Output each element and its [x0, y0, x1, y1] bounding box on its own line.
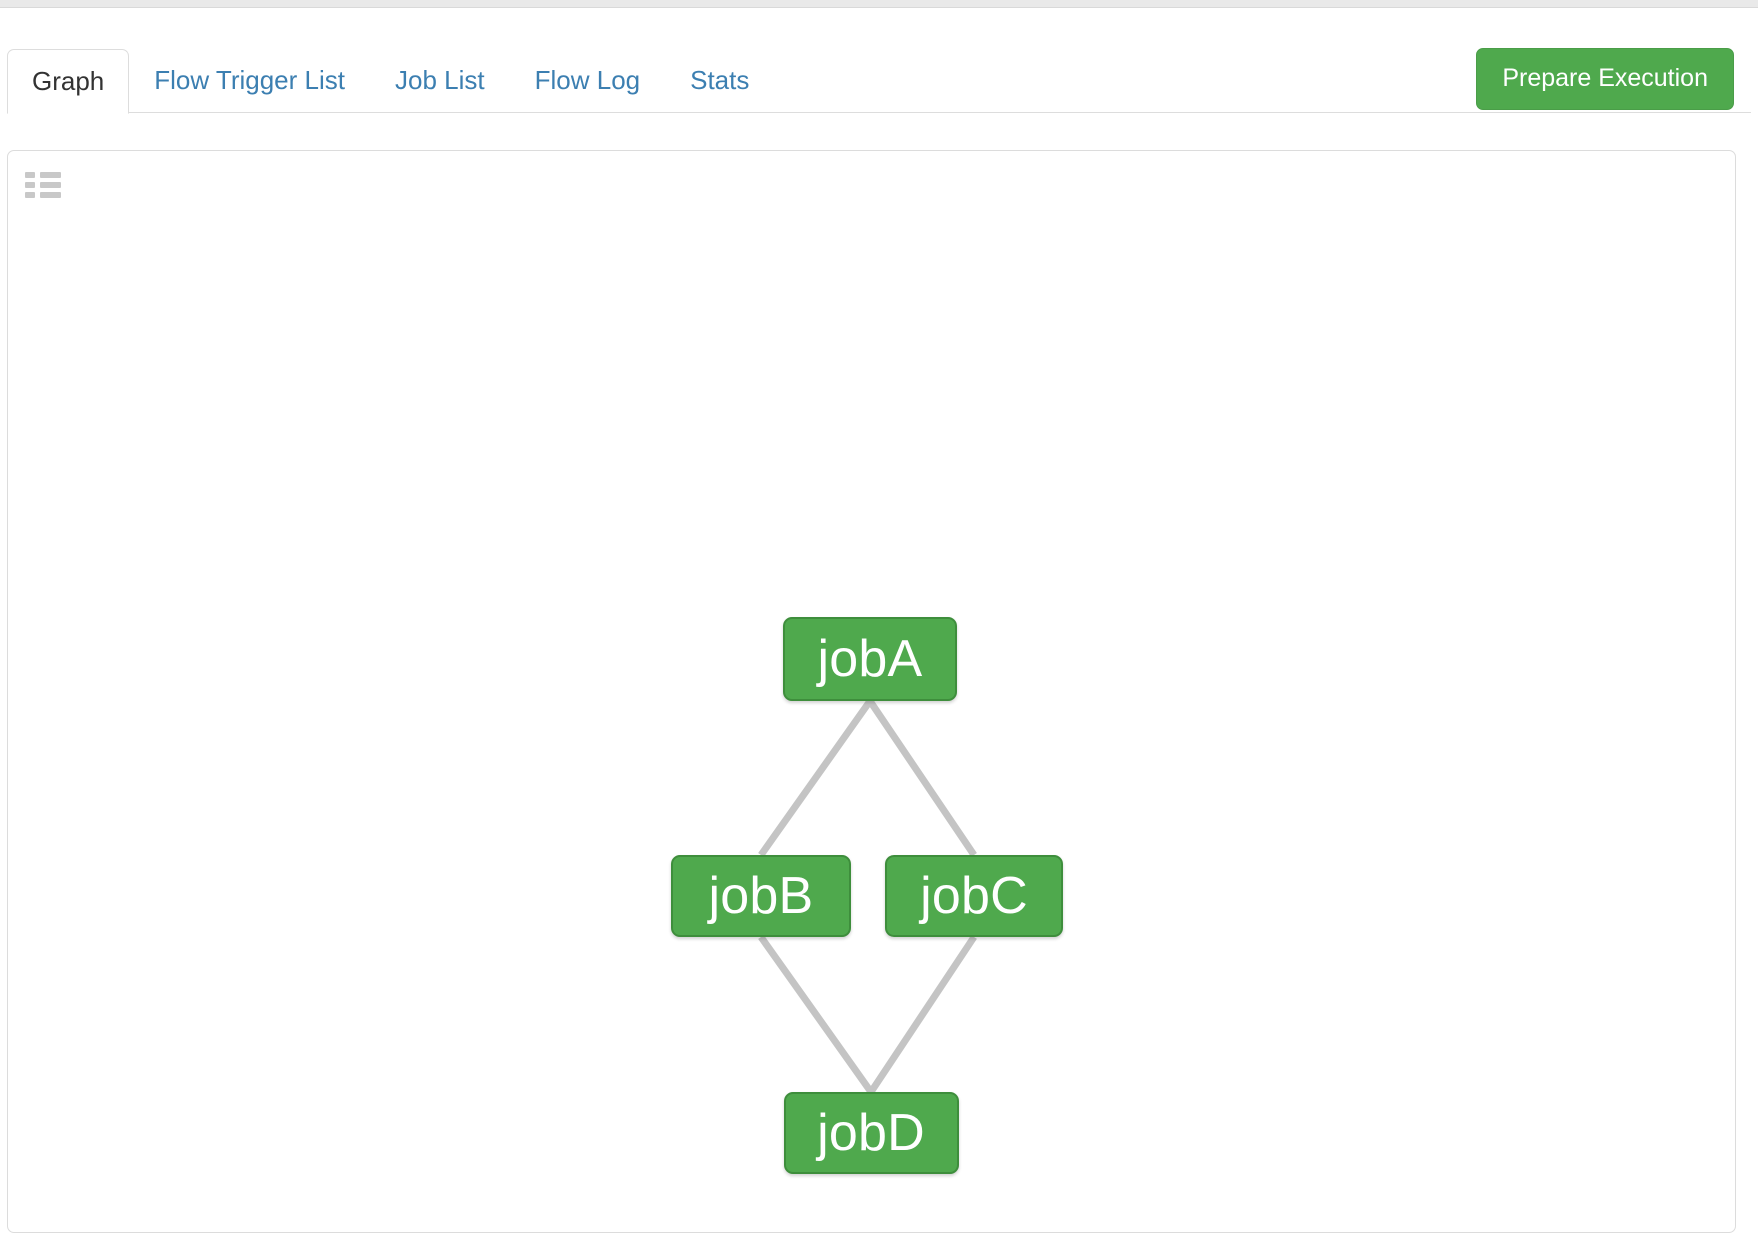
- tab-flow-log[interactable]: Flow Log: [510, 48, 666, 113]
- tab-list: Graph Flow Trigger List Job List Flow Lo…: [7, 27, 774, 114]
- tab-job-list[interactable]: Job List: [370, 48, 510, 113]
- graph-panel: jobA jobB jobC jobD: [7, 150, 1736, 1233]
- tab-flow-trigger-list[interactable]: Flow Trigger List: [129, 48, 370, 113]
- top-strip: [0, 0, 1758, 8]
- tab-bar: Graph Flow Trigger List Job List Flow Lo…: [0, 27, 1758, 114]
- prepare-execution-button[interactable]: Prepare Execution: [1476, 48, 1734, 110]
- dag-node-jobA[interactable]: jobA: [783, 617, 957, 701]
- page-root: Graph Flow Trigger List Job List Flow Lo…: [0, 0, 1758, 1240]
- tab-graph[interactable]: Graph: [7, 49, 130, 114]
- dag-node-jobB[interactable]: jobB: [671, 855, 851, 937]
- tab-stats[interactable]: Stats: [665, 48, 774, 113]
- dag-node-jobC[interactable]: jobC: [885, 855, 1063, 937]
- dag-node-jobD[interactable]: jobD: [783, 1092, 959, 1174]
